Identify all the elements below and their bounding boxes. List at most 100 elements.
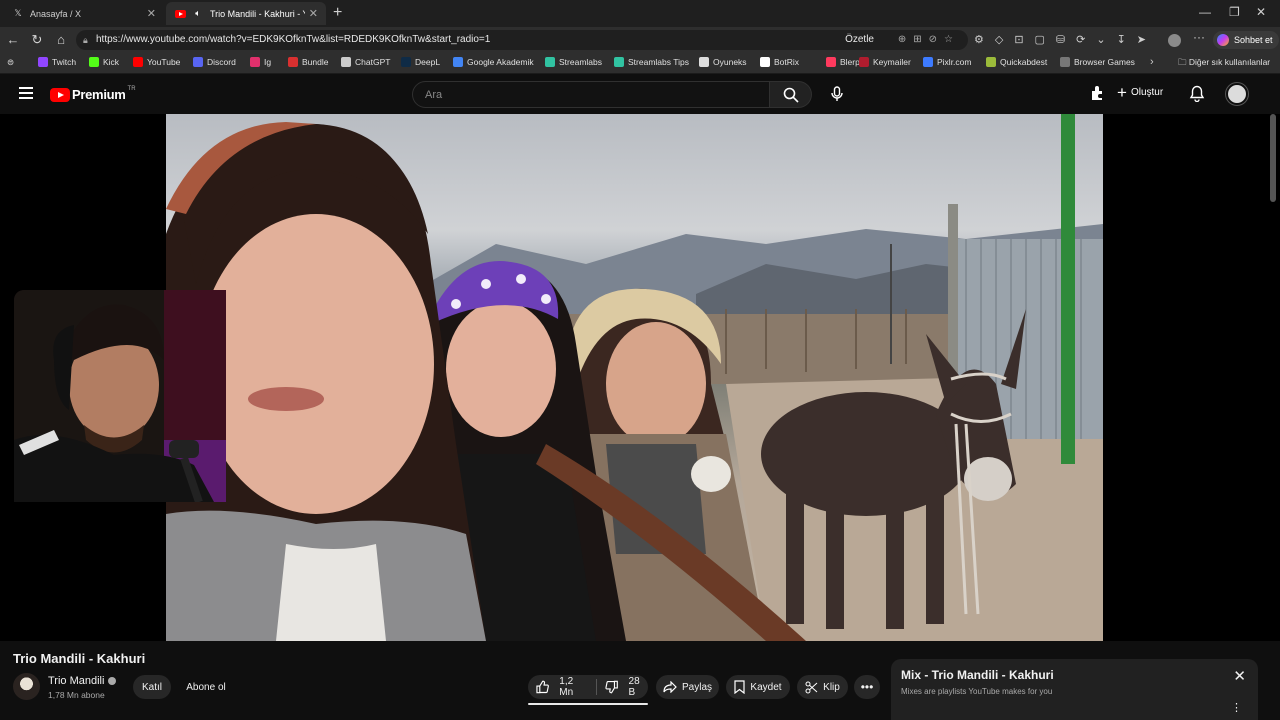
bookmark-item[interactable]: Bundle <box>288 57 328 67</box>
bookmark-favicon-icon <box>826 57 836 67</box>
bookmark-item[interactable]: Kick <box>89 57 119 67</box>
reading-list-icon[interactable]: ⊜ <box>7 57 14 68</box>
mix-playlist-panel[interactable]: Mix - Trio Mandili - Kakhuri Mixes are p… <box>891 659 1258 720</box>
profile-icon[interactable] <box>1168 34 1181 47</box>
bookmark-item[interactable]: BotRix <box>760 57 799 67</box>
video-title: Trio Mandili - Kakhuri <box>13 651 146 666</box>
create-button[interactable]: + Oluştur <box>1117 84 1163 101</box>
close-tab-icon[interactable]: ✕ <box>147 7 156 20</box>
bookmark-label: Streamlabs <box>559 57 602 67</box>
bookmark-label: ChatGPT <box>355 57 391 67</box>
like-dislike-group: 1,2 Mn 28 B <box>528 675 648 699</box>
search-button[interactable] <box>770 81 812 108</box>
extension-puzzle-icon[interactable] <box>1089 85 1105 106</box>
subscriber-count: 1,78 Mn abone <box>48 690 105 700</box>
bookmark-item[interactable]: Streamlabs Tips <box>614 57 689 67</box>
lock-icon: 🔒︎ <box>83 35 88 45</box>
plus-icon: + <box>1117 83 1127 102</box>
new-tab-button[interactable]: + <box>333 4 342 22</box>
youtube-play-icon <box>50 87 70 102</box>
bookmark-item[interactable]: Pixlr.com <box>923 57 971 67</box>
join-button[interactable]: Katıl <box>133 675 171 699</box>
save-label: Kaydet <box>750 681 782 693</box>
like-ratio-bar <box>528 703 648 705</box>
refresh-icon[interactable]: ↻ <box>29 32 45 48</box>
like-button[interactable]: 1,2 Mn <box>536 676 588 698</box>
bookmark-favicon-icon <box>1060 57 1070 67</box>
speaker-icon[interactable]: 🔈︎ <box>192 8 204 20</box>
thumbs-down-icon <box>605 680 619 694</box>
bookmark-favicon-icon <box>545 57 555 67</box>
bookmark-item[interactable]: Oyuneks <box>699 57 747 67</box>
more-vertical-icon[interactable]: ⋮ <box>1231 701 1242 714</box>
bookmark-item[interactable]: Quickabdest <box>986 57 1047 67</box>
bookmark-item[interactable]: Google Akademik <box>453 57 534 67</box>
close-window-icon[interactable]: ✕ <box>1256 5 1266 19</box>
bookmark-label: Bundle <box>302 57 329 67</box>
voice-search-button[interactable] <box>826 83 848 105</box>
youtube-header: Premium TR + Oluştur <box>0 74 1280 114</box>
bookmark-item[interactable]: Ig <box>250 57 271 67</box>
video-player[interactable] <box>0 114 1280 641</box>
bookmark-label: Pixlr.com <box>937 57 972 67</box>
bookmark-favicon-icon <box>89 57 99 67</box>
user-avatar[interactable] <box>1226 83 1248 105</box>
channel-avatar[interactable] <box>13 673 40 700</box>
chevron-right-icon[interactable]: › <box>1150 56 1154 68</box>
minimize-icon[interactable]: — <box>1199 5 1211 19</box>
subscribe-button[interactable]: Abone ol <box>177 675 235 699</box>
clip-button[interactable]: Klip <box>797 675 848 699</box>
browser-tab-x[interactable]: 𝕏 Anasayfa / X ✕ <box>4 2 164 25</box>
channel-name[interactable]: Trio Mandili <box>48 675 117 687</box>
extension-icons[interactable]: ⚙◇⊡▢⛁⟳⌄↧➤ <box>974 33 1157 46</box>
share-button[interactable]: Paylaş <box>656 675 719 699</box>
bookmark-favicon-icon <box>341 57 351 67</box>
bookmark-label: Kick <box>103 57 120 67</box>
address-bar[interactable]: 🔒︎ https://www.youtube.com/watch?v=EDK9K… <box>76 30 968 50</box>
bookmark-item[interactable]: YouTube <box>133 57 180 67</box>
bookmark-label: Ig <box>264 57 272 67</box>
save-button[interactable]: Kaydet <box>726 675 790 699</box>
bookmark-label: Quickabdest <box>1000 57 1048 67</box>
dislike-button[interactable]: 28 B <box>605 676 648 698</box>
home-icon[interactable]: ⌂ <box>53 32 69 47</box>
video-frame[interactable] <box>166 114 1103 641</box>
other-bookmarks[interactable]: 🗀︎ Diğer sık kullanılanlar <box>1178 57 1270 71</box>
more-actions-button[interactable]: ••• <box>854 675 880 699</box>
bookmark-label: Browser Games <box>1074 57 1135 67</box>
other-bookmarks-label: Diğer sık kullanılanlar <box>1188 57 1271 67</box>
restore-icon[interactable]: ❐ <box>1229 5 1240 19</box>
region-code: TR <box>127 85 136 92</box>
close-icon[interactable]: ✕ <box>1233 667 1246 685</box>
bookmark-favicon-icon <box>401 57 411 67</box>
clip-label: Klip <box>823 681 840 693</box>
bookmark-item[interactable]: Keymailer <box>859 57 911 67</box>
notifications-button[interactable] <box>1189 85 1205 107</box>
bookmark-item[interactable]: Blerp <box>826 57 860 67</box>
close-tab-icon[interactable]: ✕ <box>309 7 318 20</box>
search-box[interactable] <box>412 81 770 108</box>
summarize-button[interactable]: Özetle <box>845 30 874 50</box>
bookmark-item[interactable]: DeepL <box>401 57 440 67</box>
menu-icon[interactable] <box>19 87 33 99</box>
address-bar-icons[interactable]: ⊕⊞⊘☆ <box>898 30 960 50</box>
bookmark-item[interactable]: Browser Games <box>1060 57 1135 67</box>
bookmark-item[interactable]: Discord <box>193 57 236 67</box>
bookmark-favicon-icon <box>859 57 869 67</box>
more-options-icon[interactable]: ··· <box>1193 30 1205 44</box>
youtube-icon <box>174 8 186 20</box>
page-scrollbar[interactable] <box>1270 114 1276 202</box>
bookmark-item[interactable]: ChatGPT <box>341 57 390 67</box>
video-scene <box>166 114 1103 641</box>
bookmark-item[interactable]: Streamlabs <box>545 57 602 67</box>
bell-icon <box>1189 85 1205 103</box>
bookmark-favicon-icon <box>760 57 770 67</box>
bookmark-label: Discord <box>207 57 236 67</box>
search-input[interactable] <box>413 82 769 107</box>
bookmark-item[interactable]: Twitch <box>38 57 76 67</box>
back-icon[interactable]: ← <box>5 32 21 47</box>
copilot-button[interactable]: Sohbet et <box>1213 31 1279 49</box>
youtube-premium-logo[interactable]: Premium TR <box>50 85 136 102</box>
bookmark-favicon-icon <box>453 57 463 67</box>
browser-tab-youtube[interactable]: 🔈︎ Trio Mandili - Kakhuri - YouTu ✕ <box>166 2 326 25</box>
